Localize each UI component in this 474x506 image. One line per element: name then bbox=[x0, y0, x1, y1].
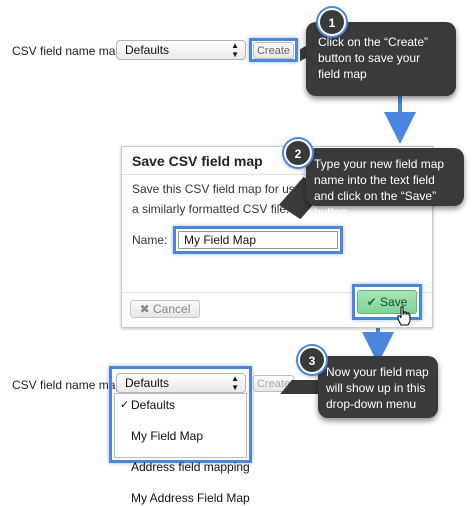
callout-3: Now your field map will show up in this … bbox=[318, 356, 438, 418]
field-map-select-value: Defaults bbox=[125, 43, 170, 57]
check-icon: ✓ bbox=[120, 399, 130, 411]
callout-1-text: Click on the “Create” button to save you… bbox=[318, 35, 429, 81]
field-map-select[interactable]: Defaults ▲ ▼ bbox=[116, 40, 246, 60]
step-badge-1: 1 bbox=[318, 8, 346, 36]
dialog-title: Save CSV field map bbox=[132, 153, 263, 169]
callout-2-text: Type your new field map name into the te… bbox=[314, 157, 445, 219]
dropdown-option-defaults[interactable]: ✓ Defaults bbox=[120, 397, 262, 413]
field-map-label: CSV field name map: bbox=[12, 44, 126, 58]
field-map-select-open-value: Defaults bbox=[125, 376, 170, 390]
close-icon: ✖ bbox=[139, 302, 150, 316]
field-map-dropdown-menu: ✓ Defaults My Field Map Address field ma… bbox=[114, 393, 250, 505]
dropdown-option-my-address-field-map[interactable]: My Address Field Map bbox=[131, 490, 262, 506]
create-button[interactable]: Create bbox=[253, 42, 294, 59]
select-arrows-icon: ▲ ▼ bbox=[231, 41, 239, 59]
field-map-select-open[interactable]: Defaults ▲ ▼ bbox=[116, 373, 246, 393]
dropdown-option-address-field-mapping[interactable]: Address field mapping bbox=[131, 459, 262, 475]
dialog-description-line2: a similarly formatted CSV file. bbox=[132, 202, 290, 216]
callout-3-text: Now your field map will show up in this … bbox=[326, 365, 429, 411]
callout-2: Type your new field map name into the te… bbox=[306, 148, 464, 219]
cancel-button[interactable]: ✖ Cancel bbox=[130, 300, 200, 318]
hand-cursor-icon bbox=[397, 306, 411, 326]
checkmark-icon: ✔ bbox=[366, 295, 377, 309]
select-arrows-icon: ▲ ▼ bbox=[231, 374, 239, 392]
step-badge-2: 2 bbox=[284, 139, 312, 167]
cancel-label: Cancel bbox=[153, 302, 191, 316]
dropdown-option-my-field-map[interactable]: My Field Map bbox=[131, 428, 262, 444]
field-map-name-input[interactable]: My Field Map bbox=[178, 231, 338, 249]
name-label: Name: bbox=[132, 233, 168, 247]
step-badge-3: 3 bbox=[298, 346, 326, 374]
